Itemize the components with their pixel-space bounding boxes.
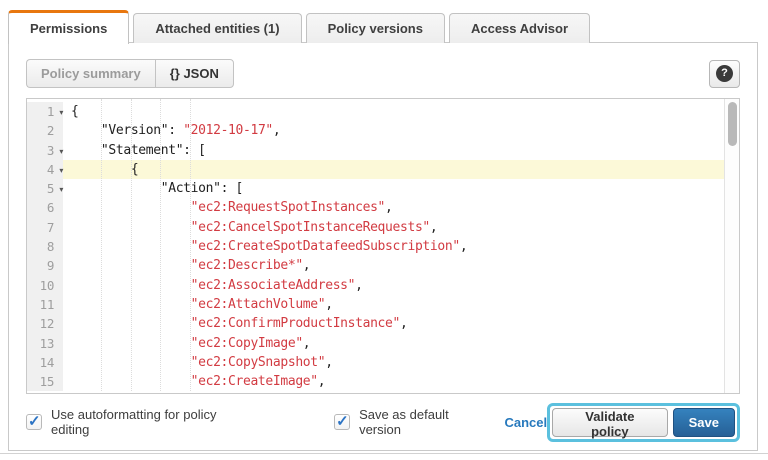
policy-json-editor[interactable]: 1▾{2 "Version": "2012-10-17",3▾ "Stateme…	[26, 98, 740, 394]
code-text: "ec2:AssociateAddress",	[63, 276, 724, 295]
line-number: 12	[27, 314, 63, 333]
tab-attached-entities-1[interactable]: Attached entities (1)	[133, 13, 301, 43]
fold-arrow-icon[interactable]: ▾	[59, 103, 63, 122]
code-text: "ec2:CreateImage",	[63, 372, 724, 391]
line-number: 13	[27, 334, 63, 353]
code-text: "ec2:AttachVolume",	[63, 295, 724, 314]
line-number: 7	[27, 218, 63, 237]
editor-footer: ✓ Use autoformatting for policy editing …	[26, 400, 740, 444]
code-text: {	[63, 160, 724, 179]
policy-editor-page: PermissionsAttached entities (1)Policy v…	[8, 10, 758, 451]
fold-arrow-icon[interactable]: ▾	[59, 180, 63, 199]
code-text: "ec2:CopySnapshot",	[63, 353, 724, 372]
default-version-group: ✓ Save as default version	[334, 407, 488, 437]
code-text: "Statement": [	[63, 141, 724, 160]
check-icon: ✓	[28, 412, 41, 430]
code-text: {	[63, 102, 724, 121]
line-number: 3▾	[27, 141, 63, 160]
question-mark-icon: ?	[716, 65, 733, 82]
code-text: "ec2:CreateSpotDatafeedSubscription",	[63, 237, 724, 256]
line-number: 4▾	[27, 160, 63, 179]
tab-permissions[interactable]: Permissions	[8, 10, 129, 44]
default-version-label: Save as default version	[359, 407, 488, 437]
save-button[interactable]: Save	[673, 408, 735, 437]
line-number: 6	[27, 198, 63, 217]
code-text: "Action": [	[63, 179, 724, 198]
code-text: "ec2:CancelSpotInstanceRequests",	[63, 218, 724, 237]
editor-lines: 1▾{2 "Version": "2012-10-17",3▾ "Stateme…	[27, 99, 724, 391]
line-number: 8	[27, 237, 63, 256]
indent-guide	[190, 99, 191, 391]
line-number: 11	[27, 295, 63, 314]
fold-arrow-icon[interactable]: ▾	[59, 142, 63, 161]
check-icon: ✓	[336, 412, 349, 430]
autoformat-group: ✓ Use autoformatting for policy editing	[26, 407, 250, 437]
scrollbar-thumb[interactable]	[728, 102, 737, 146]
line-number: 14	[27, 353, 63, 372]
code-text: "ec2:ConfirmProductInstance",	[63, 314, 724, 333]
indent-guide	[101, 99, 102, 391]
json-view-button[interactable]: {} JSON	[155, 59, 234, 88]
line-number: 10	[27, 276, 63, 295]
line-number: 5▾	[27, 179, 63, 198]
editor-scrollbar[interactable]	[724, 99, 739, 393]
code-text: "ec2:RequestSpotInstances",	[63, 198, 724, 217]
validate-policy-button[interactable]: Validate policy	[552, 408, 668, 437]
line-number: 9	[27, 256, 63, 275]
tab-access-advisor[interactable]: Access Advisor	[449, 13, 590, 43]
line-number: 1▾	[27, 102, 63, 121]
permissions-panel: Policy summary {} JSON ? 1▾{2 "Version":…	[8, 42, 758, 451]
autoformat-label: Use autoformatting for policy editing	[51, 407, 250, 437]
tab-policy-versions[interactable]: Policy versions	[306, 13, 445, 43]
autoformat-checkbox[interactable]: ✓	[26, 414, 42, 430]
default-version-checkbox[interactable]: ✓	[334, 414, 350, 430]
help-button[interactable]: ?	[709, 60, 740, 88]
code-text: "ec2:Describe*",	[63, 256, 724, 275]
page-divider	[0, 453, 768, 454]
fold-arrow-icon[interactable]: ▾	[59, 161, 63, 180]
indent-guide	[160, 99, 161, 391]
action-buttons-focus-ring: Validate policy Save	[547, 403, 740, 442]
line-number: 15	[27, 372, 63, 391]
view-toolbar: Policy summary {} JSON ?	[26, 59, 740, 88]
view-toggle-group: Policy summary {} JSON	[26, 59, 234, 88]
code-text: "Version": "2012-10-17",	[63, 121, 724, 140]
indent-guide	[131, 99, 132, 391]
line-number: 2	[27, 121, 63, 140]
tab-bar: PermissionsAttached entities (1)Policy v…	[8, 10, 758, 43]
policy-summary-button[interactable]: Policy summary	[26, 59, 155, 88]
code-text: "ec2:CopyImage",	[63, 334, 724, 353]
cancel-link[interactable]: Cancel	[504, 415, 547, 430]
